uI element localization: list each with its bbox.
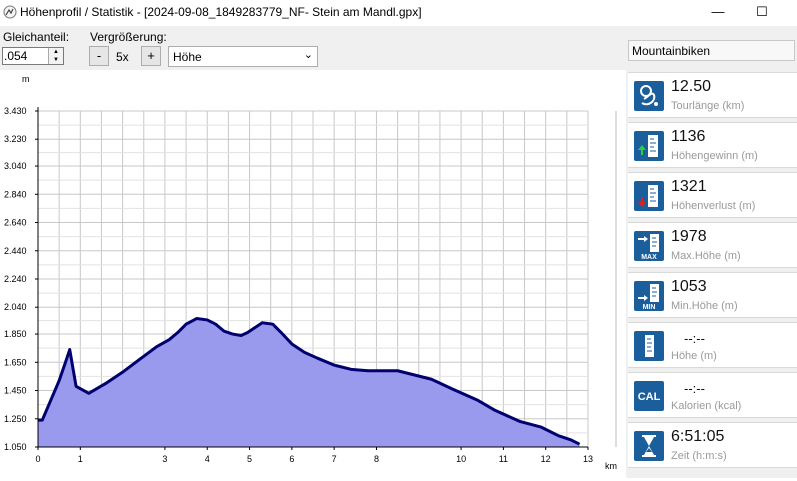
y-tick-label: 1.450 [4, 386, 27, 396]
stat-tour-length: 12.50 Tourlänge (km) [628, 72, 797, 118]
spin-buttons[interactable]: ▲ ▼ [48, 48, 63, 64]
vergroesserung-label: Vergrößerung: [90, 30, 167, 44]
x-tick-label: 5 [247, 454, 252, 464]
gleichanteil-label: Gleichanteil: [3, 30, 70, 44]
max-height-icon: MAX [634, 231, 664, 261]
x-tick-label: 10 [456, 454, 466, 464]
x-tick-label: 11 [499, 454, 508, 464]
y-tick-label: 1.250 [4, 414, 27, 424]
stat-label: Höhe (m) [671, 350, 717, 362]
zoom-out-button[interactable]: - [89, 46, 109, 66]
calories-icon: CAL [634, 381, 664, 411]
max-icon-text: MAX [641, 254, 657, 261]
maximize-button[interactable]: ☐ [747, 2, 777, 22]
chevron-down-icon: ⌄ [303, 49, 313, 61]
elevation-chart-svg: 3.430 3.230 3.040 2.840 2.640 2.440 2.240 2.040… [4, 74, 617, 471]
stat-label: Höhenverlust (m) [671, 200, 756, 212]
height-icon [634, 331, 664, 361]
stat-calories: CAL --:-- Kalorien (kcal) [628, 372, 797, 418]
y-tick-label: 1.850 [4, 329, 27, 339]
profile-mode-select[interactable]: Höhe ⌄ [168, 46, 318, 67]
stat-value: --:-- [684, 381, 705, 396]
spin-up-icon[interactable]: ▲ [49, 48, 63, 56]
stat-elevation-loss: 1321 Höhenverlust (m) [628, 172, 797, 218]
stat-value: 1136 [671, 128, 706, 145]
elevation-gain-icon [634, 131, 664, 161]
window-title: Höhenprofil / Statistik - [2024-09-08_18… [20, 5, 422, 19]
y-tick-label: 1.650 [4, 357, 27, 367]
x-tick-label: 4 [205, 454, 210, 464]
stat-time: 6:51:05 Zeit (h:m:s) [628, 422, 797, 468]
zoom-value: 5x [116, 50, 129, 64]
activity-value: Mountainbiken [632, 44, 711, 58]
elevation-area [38, 318, 580, 447]
stat-label: Zeit (h:m:s) [671, 450, 727, 462]
stat-max-height: MAX 1978 Max.Höhe (m) [628, 222, 797, 268]
x-axis-label: km [605, 461, 617, 471]
y-tick-label: 2.040 [4, 302, 27, 312]
stat-min-height: MIN 1053 Min.Höhe (m) [628, 272, 797, 318]
y-tick-label: 2.240 [4, 274, 27, 284]
stat-value: 12.50 [671, 78, 712, 95]
x-tick-label: 12 [541, 454, 551, 464]
profile-mode-value: Höhe [173, 50, 202, 64]
stat-label: Min.Höhe (m) [671, 300, 738, 312]
minimize-button[interactable]: — [703, 2, 733, 22]
y-tick-label: 1.050 [4, 442, 27, 452]
gleichanteil-stepper[interactable]: ▲ ▼ [2, 47, 64, 65]
cal-icon-text: CAL [638, 391, 661, 403]
y-tick-label: 3.230 [4, 134, 27, 144]
spin-down-icon[interactable]: ▼ [49, 56, 63, 64]
y-tick-label: 3.430 [4, 106, 27, 116]
stat-height: --:-- Höhe (m) [628, 322, 797, 368]
y-tick-label: 2.840 [4, 189, 27, 199]
x-tick-label: 1 [78, 454, 83, 464]
zoom-in-button[interactable]: + [141, 46, 161, 66]
stat-label: Max.Höhe (m) [671, 250, 741, 262]
gleichanteil-input[interactable] [4, 49, 48, 63]
y-axis-label: m [22, 74, 30, 84]
stat-value: 1053 [671, 278, 707, 295]
x-tick-label: 7 [332, 454, 337, 464]
x-tick-label: 13 [583, 454, 593, 464]
min-icon-text: MIN [643, 304, 656, 311]
y-tick-label: 3.040 [4, 161, 27, 171]
stat-label: Tourlänge (km) [671, 100, 745, 112]
activity-select[interactable]: Mountainbiken [628, 40, 795, 61]
x-tick-label: 3 [162, 454, 167, 464]
y-tick-label: 2.640 [4, 218, 27, 228]
stat-value: --:-- [684, 331, 705, 346]
app-icon [3, 5, 17, 19]
y-tick-label: 2.440 [4, 246, 27, 256]
title-bar: Höhenprofil / Statistik - [2024-09-08_18… [0, 0, 797, 26]
hourglass-icon [634, 431, 664, 461]
stat-label: Höhengewinn (m) [671, 150, 758, 162]
x-tick-label: 6 [289, 454, 294, 464]
x-tick-label: 0 [35, 454, 40, 464]
min-height-icon: MIN [634, 281, 664, 311]
stat-value: 1321 [671, 178, 707, 195]
elevation-loss-icon [634, 181, 664, 211]
stat-value: 6:51:05 [671, 428, 725, 445]
elevation-chart[interactable]: 3.430 3.230 3.040 2.840 2.640 2.440 2.240 2.040… [0, 70, 626, 478]
x-tick-label: 8 [374, 454, 379, 464]
stat-label: Kalorien (kcal) [671, 400, 742, 412]
route-icon [634, 81, 664, 111]
toolbar: Gleichanteil: ▲ ▼ Vergrößerung: - 5x + H… [0, 26, 626, 70]
stat-elevation-gain: 1136 Höhengewinn (m) [628, 122, 797, 168]
stat-value: 1978 [671, 228, 707, 245]
